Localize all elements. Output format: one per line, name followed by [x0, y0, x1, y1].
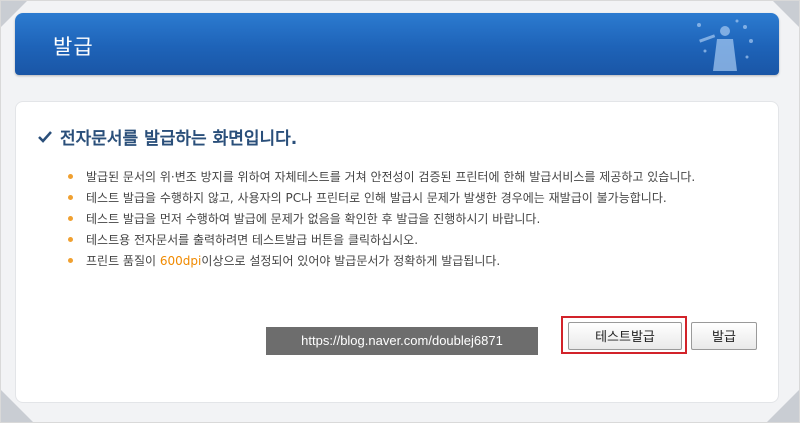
bullet-icon	[68, 237, 73, 242]
list-item: 테스트용 전자문서를 출력하려면 테스트발급 버튼을 클릭하십시오.	[68, 233, 758, 247]
list-item-text: 프린트 품질이	[86, 254, 160, 268]
test-issue-button[interactable]: 테스트발급	[568, 322, 682, 350]
list-item-text: 이상으로 설정되어 있어야 발급문서가 정확하게 발급됩니다.	[201, 254, 501, 268]
section-heading: 전자문서를 발급하는 화면입니다.	[38, 124, 297, 149]
notice-list: 발급된 문서의 위·변조 방지를 위하여 자체테스트를 거쳐 안전성이 검증된 …	[68, 170, 758, 275]
list-item: 테스트 발급을 먼저 수행하여 발급에 문제가 없음을 확인한 후 발급을 진행…	[68, 212, 758, 226]
bullet-icon	[68, 216, 73, 221]
bullet-icon	[68, 195, 73, 200]
list-item: 프린트 품질이 600dpi이상으로 설정되어 있어야 발급문서가 정확하게 발…	[68, 254, 758, 268]
bullet-icon	[68, 258, 73, 263]
list-item: 발급된 문서의 위·변조 방지를 위하여 자체테스트를 거쳐 안전성이 검증된 …	[68, 170, 758, 184]
page-frame: 발급 전자문서를 발급하는 화면입니다. 발급된 문서의 위·변조 방지를 위하…	[0, 0, 800, 423]
bullet-icon	[68, 174, 73, 179]
header-bar: 발급	[15, 13, 779, 75]
page-title: 발급	[53, 35, 94, 59]
list-item: 테스트 발급을 수행하지 않고, 사용자의 PC나 프린터로 인해 발급시 문제…	[68, 191, 758, 205]
list-item-text: 테스트 발급을 수행하지 않고, 사용자의 PC나 프린터로 인해 발급시 문제…	[86, 191, 667, 205]
list-item-text: 테스트용 전자문서를 출력하려면 테스트발급 버튼을 클릭하십시오.	[86, 233, 419, 247]
issue-button[interactable]: 발급	[691, 322, 757, 350]
dpi-highlight: 600dpi	[159, 254, 202, 268]
checkmark-icon	[38, 130, 52, 143]
watermark-label: https://blog.naver.com/doublej6871	[266, 327, 538, 355]
list-item-text: 테스트 발급을 먼저 수행하여 발급에 문제가 없음을 확인한 후 발급을 진행…	[86, 212, 541, 226]
heading-text: 전자문서를 발급하는 화면입니다.	[60, 129, 298, 149]
logo-icon	[697, 19, 753, 71]
list-item-text: 발급된 문서의 위·변조 방지를 위하여 자체테스트를 거쳐 안전성이 검증된 …	[86, 170, 696, 184]
content-panel: 전자문서를 발급하는 화면입니다. 발급된 문서의 위·변조 방지를 위하여 자…	[15, 101, 779, 403]
